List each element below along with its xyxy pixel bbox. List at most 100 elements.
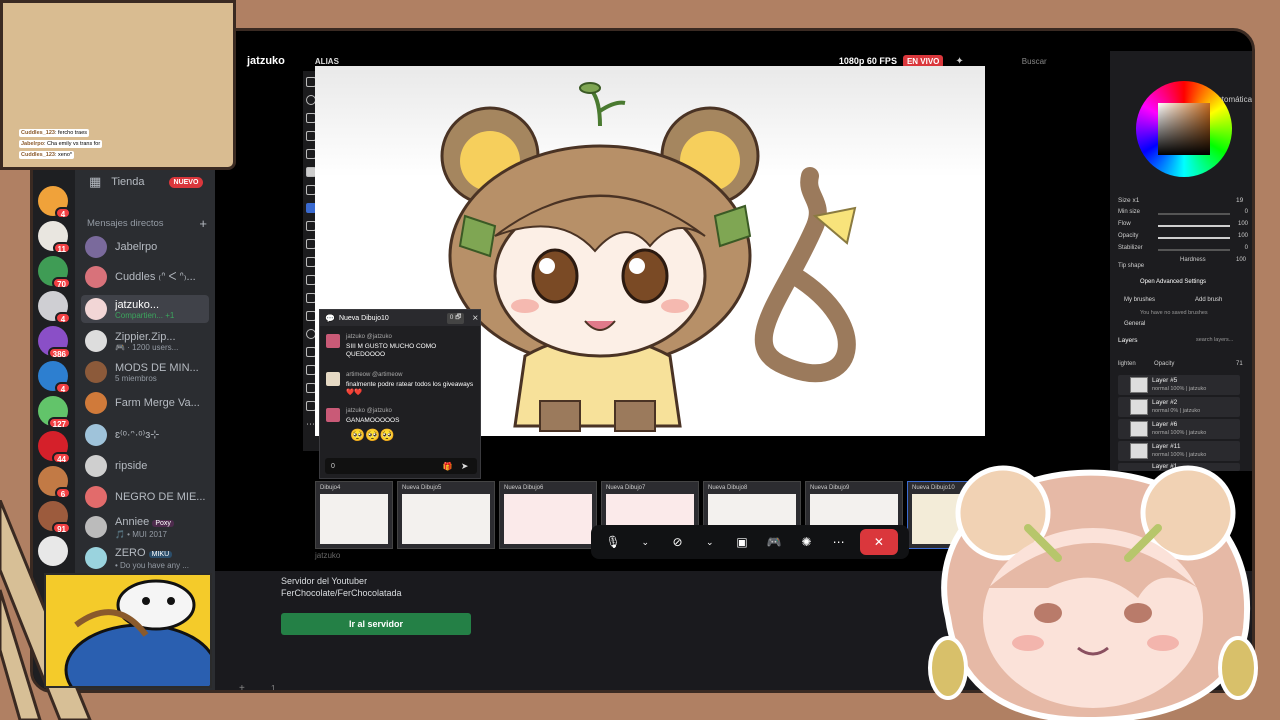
blend-select[interactable]: lighten	[1118, 361, 1136, 367]
dm-name: MODS DE MIN...	[115, 361, 199, 374]
dm-name: Cuddles ₍ᐢ ᐸ ᐢ₎...	[115, 271, 196, 283]
dm-item[interactable]: Anniee Poxy 🎵 • MUI 2017	[81, 513, 209, 541]
search-layers-input[interactable]: search layers...	[1196, 337, 1233, 343]
pin-icon[interactable]: ✦	[955, 56, 963, 67]
avatar	[85, 455, 107, 477]
dm-status: 🎵 • MUI 2017	[115, 529, 167, 539]
layer-name: Layer #11	[1152, 443, 1181, 450]
soundboard-icon[interactable]: ✺	[795, 531, 817, 553]
layer-thumbnail	[1130, 421, 1148, 437]
color-square[interactable]	[1158, 103, 1210, 155]
send-icon[interactable]: ➤	[461, 461, 469, 472]
dm-item[interactable]: ɛ⁽ᵒ·ᵔ·ᵒ⁾ɜ⊹	[81, 421, 209, 449]
overlay-chat-text: : fercho traes	[54, 130, 88, 136]
add-brush-button[interactable]: Add brush	[1195, 297, 1222, 303]
general-label[interactable]: General	[1124, 321, 1145, 327]
dm-item[interactable]: Zippier.Zip... 🎮 · 1200 users...	[81, 327, 209, 355]
thumbnail-image	[402, 494, 490, 544]
thumbnail-label: Nueva Dibujo6	[504, 485, 544, 491]
dm-status: • Do you have any ...	[115, 560, 189, 570]
dm-item[interactable]: ripside	[81, 452, 209, 480]
flow-slider[interactable]: Flow 100	[1118, 221, 1248, 231]
overlay-chat-user: Jabelrpo	[21, 141, 44, 147]
min-size-slider[interactable]: Min size 0	[1118, 209, 1248, 219]
direct-messages-heading: Mensajes directos	[87, 218, 164, 229]
server-icon[interactable]: 44	[38, 431, 71, 464]
layer-thumbnail	[1130, 399, 1148, 415]
dm-item[interactable]: ZERO MIKU • Do you have any ...	[81, 544, 209, 572]
close-icon[interactable]: ×	[472, 313, 478, 324]
new-badge: NUEVO	[168, 176, 204, 188]
server-icon[interactable]: 70	[38, 256, 71, 289]
shop-item[interactable]: ▦ Tienda NUEVO	[89, 174, 204, 190]
search-placeholder[interactable]: Buscar	[1022, 57, 1047, 66]
dm-item[interactable]: Jabelrpo	[81, 233, 209, 261]
drawing-thumbnail[interactable]: Dibujo4	[315, 481, 393, 549]
layer-row[interactable]: Layer #2 normal 0% | jatzuko	[1118, 397, 1240, 417]
server-icon[interactable]: 127	[38, 396, 71, 429]
stabilizer-slider[interactable]: Stabilizer 0	[1118, 245, 1248, 255]
dm-name: ripside	[115, 460, 148, 472]
slider-label: Opacity	[1118, 233, 1139, 239]
notification-badge: 4	[55, 207, 71, 219]
dm-item[interactable]: MODS DE MIN... 5 miembros	[81, 358, 209, 386]
microphone-icon[interactable]: 🎙	[602, 531, 624, 553]
chat-message: jatzuko @jatzuko GANAMOOOOOS 🥺🥺🥺	[326, 408, 476, 448]
dm-name: Anniee Poxy	[115, 516, 174, 530]
drawing-thumbnail[interactable]: Nueva Dibujo5	[397, 481, 495, 549]
chat-count: 0 🗗	[446, 312, 465, 324]
layer-row[interactable]: Layer #5 normal 100% | jatzuko	[1118, 375, 1240, 395]
tip-shape-label: Tip shape	[1118, 263, 1145, 269]
gift-icon[interactable]: 🎁	[443, 462, 453, 471]
add-dm-icon[interactable]: +	[199, 216, 207, 231]
end-stream-button[interactable]: ✕	[859, 529, 898, 555]
add-icon[interactable]: +	[239, 683, 245, 690]
opacity-slider[interactable]: Opacity 100	[1118, 233, 1248, 243]
layer-opacity-label: Opacity	[1154, 361, 1175, 367]
chat-input[interactable]: 0	[331, 463, 335, 470]
chevron-down-icon[interactable]: ⌄	[699, 531, 721, 553]
server-icon[interactable]: 11	[38, 221, 71, 254]
notification-badge: 127	[47, 417, 71, 429]
overlay-chat-user: Cuddles_123	[21, 130, 55, 136]
server-icon[interactable]: 4	[38, 291, 71, 324]
avatar	[85, 392, 107, 414]
notification-badge: 6	[55, 487, 71, 499]
join-server-button[interactable]: Ir al servidor	[281, 613, 471, 635]
server-description: Servidor del Youtuber FerChocolate/FerCh…	[281, 576, 402, 598]
color-wheel[interactable]	[1136, 81, 1232, 177]
hardness-label: Hardness	[1180, 257, 1206, 263]
layer-row[interactable]: Layer #6 normal 100% | jatzuko	[1118, 419, 1240, 439]
overlay-chat-line: Cuddles_123: fercho traes	[19, 129, 90, 137]
dm-status: 5 miembros	[115, 373, 157, 383]
size-value: 19	[1236, 197, 1244, 204]
dm-item-active[interactable]: jatzuko... Compartien... +1	[81, 295, 209, 323]
server-icon[interactable]: 386	[38, 326, 71, 359]
drawing-thumbnail[interactable]: Nueva Dibujo6	[499, 481, 597, 549]
chevron-down-icon[interactable]: ⌄	[634, 531, 656, 553]
more-icon[interactable]: ⋯	[828, 531, 850, 553]
chat-panel: 💬 Nueva Dibujo10 0 🗗 × jatzuko @jatzuko …	[319, 309, 481, 479]
alias-label: ALIAS	[314, 56, 339, 66]
avatar	[85, 236, 107, 258]
dm-name: jatzuko...	[115, 298, 160, 311]
quality-label: 1080p 60 FPS	[838, 56, 897, 66]
avatar	[85, 266, 107, 288]
dm-name-text: ZERO	[115, 546, 146, 559]
activity-icon[interactable]: 🎮	[763, 531, 785, 553]
camera-off-icon[interactable]: ⊘	[667, 531, 689, 553]
overlay-chat-text: : Cha emily vs trans for	[43, 141, 101, 147]
server-icon[interactable]: 6	[38, 466, 71, 499]
server-icon[interactable]: 4	[38, 186, 71, 219]
dm-item[interactable]: NEGRO DE MIE...	[81, 483, 209, 511]
dm-name: Farm Merge Va...	[115, 397, 200, 409]
overlay-chat-line: Jabelrpo: Cha emily vs trans for	[19, 140, 103, 148]
dm-item[interactable]: Farm Merge Va...	[81, 389, 209, 417]
thumbnail-label: Nueva Dibujo7	[606, 485, 646, 491]
server-icon[interactable]: 4	[38, 361, 71, 394]
advanced-settings-button[interactable]: Open Advanced Settings	[1140, 279, 1206, 285]
dm-item[interactable]: Cuddles ₍ᐢ ᐸ ᐢ₎...	[81, 263, 209, 291]
screen-share-icon[interactable]: ▣	[731, 531, 753, 553]
thumbnail-image	[320, 494, 388, 544]
my-brushes-label[interactable]: My brushes	[1124, 297, 1155, 303]
